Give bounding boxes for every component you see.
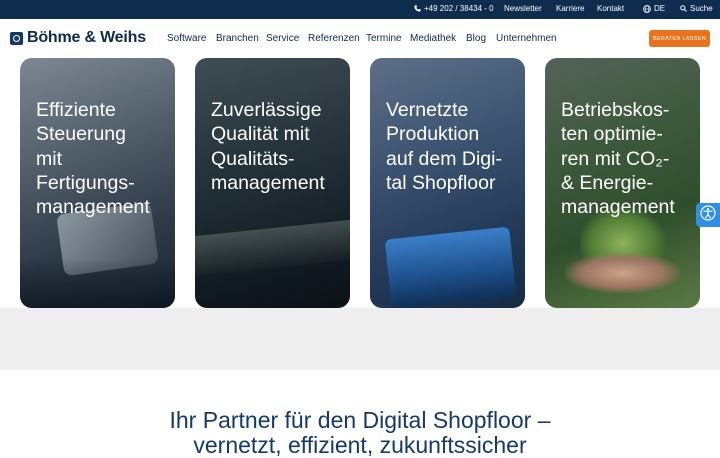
language-switch[interactable]: DE bbox=[643, 4, 665, 13]
language-label: DE bbox=[654, 4, 666, 13]
top-bar: +49 202 / 38434 - 0 Newsletter Karriere … bbox=[0, 0, 720, 19]
card-energy-management[interactable]: Betriebskos- ten optimie- ren mit CO₂- &… bbox=[545, 58, 700, 308]
card-title-line: Betriebskos- bbox=[561, 99, 670, 121]
globe-icon bbox=[643, 4, 651, 13]
card-quality-management[interactable]: Zuverlässige Qualität mit Qualitäts- man… bbox=[195, 58, 350, 308]
careers-link[interactable]: Karriere bbox=[556, 4, 584, 13]
card-title-line: & Energie- bbox=[561, 171, 654, 194]
card-title-line: ren mit CO₂- bbox=[561, 147, 670, 170]
gray-band bbox=[0, 308, 720, 370]
main-header: Böhme & Weihs Software Branchen Service … bbox=[0, 19, 720, 58]
card-title-line: tal Shopfloor bbox=[386, 171, 496, 194]
nav-branchen[interactable]: Branchen bbox=[216, 33, 259, 44]
card-title: Betriebskos- ten optimie- ren mit CO₂- &… bbox=[561, 98, 694, 219]
card-title: Effiziente Steuerung mit Fertigungs- man… bbox=[36, 98, 169, 219]
partner-heading-line: vernetzt, effizient, zukunftssicher bbox=[193, 432, 527, 458]
nav-service[interactable]: Service bbox=[266, 33, 299, 44]
card-title-line: Zuverlässige bbox=[211, 99, 322, 121]
partner-heading-line: Ihr Partner für den Digital Shopfloor – bbox=[169, 407, 551, 433]
phone-link[interactable]: +49 202 / 38434 - 0 bbox=[414, 4, 494, 13]
dashboard-screen-photo bbox=[384, 226, 517, 308]
card-title-line: management bbox=[211, 171, 325, 194]
card-title-line: Vernetzte bbox=[386, 99, 469, 121]
card-title-line: Fertigungs- bbox=[36, 171, 135, 194]
card-title-line: management bbox=[36, 196, 150, 219]
card-title-line: auf dem Digi- bbox=[386, 147, 502, 170]
hands-photo bbox=[565, 253, 680, 293]
search-link[interactable]: Suche bbox=[680, 4, 713, 13]
nav-unternehmen[interactable]: Unternehmen bbox=[496, 33, 557, 44]
nav-termine[interactable]: Termine bbox=[366, 33, 402, 44]
logo-mark bbox=[10, 31, 23, 45]
card-title-line: management bbox=[561, 196, 675, 219]
contact-label: Kontakt bbox=[597, 4, 625, 13]
accessibility-icon bbox=[700, 204, 716, 226]
card-title-line: Produktion bbox=[386, 123, 480, 146]
nav-software[interactable]: Software bbox=[167, 33, 206, 44]
careers-label: Karriere bbox=[556, 4, 585, 13]
card-title-line: Steuerung bbox=[36, 123, 126, 146]
partner-heading: Ihr Partner für den Digital Shopfloor – … bbox=[0, 408, 720, 458]
card-title-line: ten optimie- bbox=[561, 123, 663, 146]
card-title-line: mit bbox=[36, 147, 62, 170]
nav-mediathek[interactable]: Mediathek bbox=[410, 33, 456, 44]
machine-photo bbox=[195, 219, 350, 277]
accessibility-button[interactable] bbox=[696, 203, 720, 227]
card-title-line: Qualität mit bbox=[211, 123, 310, 146]
contact-link[interactable]: Kontakt bbox=[597, 4, 624, 13]
newsletter-label: Newsletter bbox=[504, 4, 542, 13]
logo[interactable]: Böhme & Weihs bbox=[10, 29, 146, 47]
card-title: Zuverlässige Qualität mit Qualitäts- man… bbox=[211, 98, 344, 195]
card-title-line: Effiziente bbox=[36, 99, 116, 121]
phone-icon bbox=[414, 5, 421, 12]
nav-referenzen[interactable]: Referenzen bbox=[308, 33, 360, 44]
phone-number: +49 202 / 38434 - 0 bbox=[424, 4, 494, 13]
card-digital-shopfloor[interactable]: Vernetzte Produktion auf dem Digi- tal S… bbox=[370, 58, 525, 308]
card-production-management[interactable]: Effiziente Steuerung mit Fertigungs- man… bbox=[20, 58, 175, 308]
search-icon bbox=[680, 5, 687, 12]
search-label: Suche bbox=[690, 4, 713, 13]
card-title: Vernetzte Produktion auf dem Digi- tal S… bbox=[386, 98, 519, 195]
newsletter-link[interactable]: Newsletter bbox=[504, 4, 542, 13]
card-shade bbox=[20, 258, 175, 308]
card-title-line: Qualitäts- bbox=[211, 147, 295, 170]
consultation-button[interactable]: BERATEN LASSEN bbox=[649, 30, 710, 47]
logo-text: Böhme & Weihs bbox=[27, 29, 146, 46]
nav-blog[interactable]: Blog bbox=[466, 33, 486, 44]
